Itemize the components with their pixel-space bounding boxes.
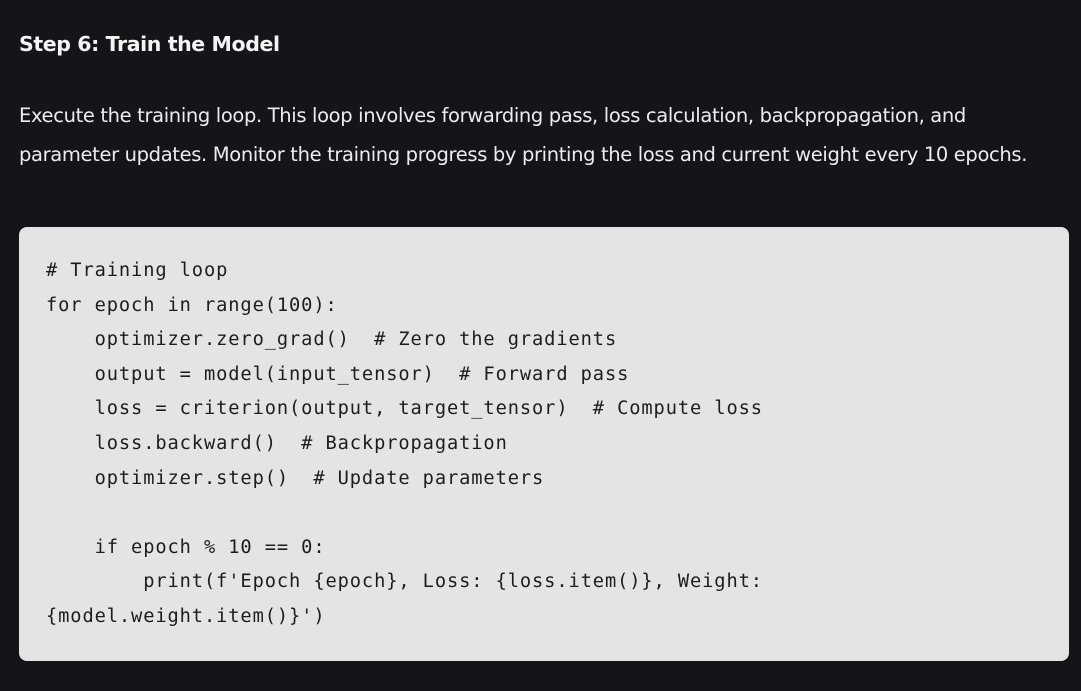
- code-line: optimizer.step() # Update parameters: [46, 467, 545, 489]
- code-line: {model.weight.item()}'): [46, 605, 326, 627]
- code-line: optimizer.zero_grad() # Zero the gradien…: [46, 329, 618, 351]
- section-heading: Step 6: Train the Model: [19, 32, 280, 56]
- code-content[interactable]: # Training loop for epoch in range(100):…: [46, 254, 763, 635]
- code-line: if epoch % 10 == 0:: [46, 536, 326, 558]
- section-paragraph: Execute the training loop. This loop inv…: [19, 104, 1028, 166]
- code-line: loss = criterion(output, target_tensor) …: [46, 398, 763, 420]
- code-block[interactable]: # Training loop for epoch in range(100):…: [19, 227, 1069, 661]
- code-line: for epoch in range(100):: [46, 294, 338, 316]
- code-line: # Training loop: [46, 260, 229, 281]
- code-line: print(f'Epoch {epoch}, Loss: {loss.item(…: [46, 571, 763, 593]
- code-line: loss.backward() # Backpropagation: [46, 432, 508, 454]
- code-line: output = model(input_tensor) # Forward p…: [46, 363, 630, 385]
- page: Step 6: Train the Model Execute the trai…: [0, 0, 1081, 691]
